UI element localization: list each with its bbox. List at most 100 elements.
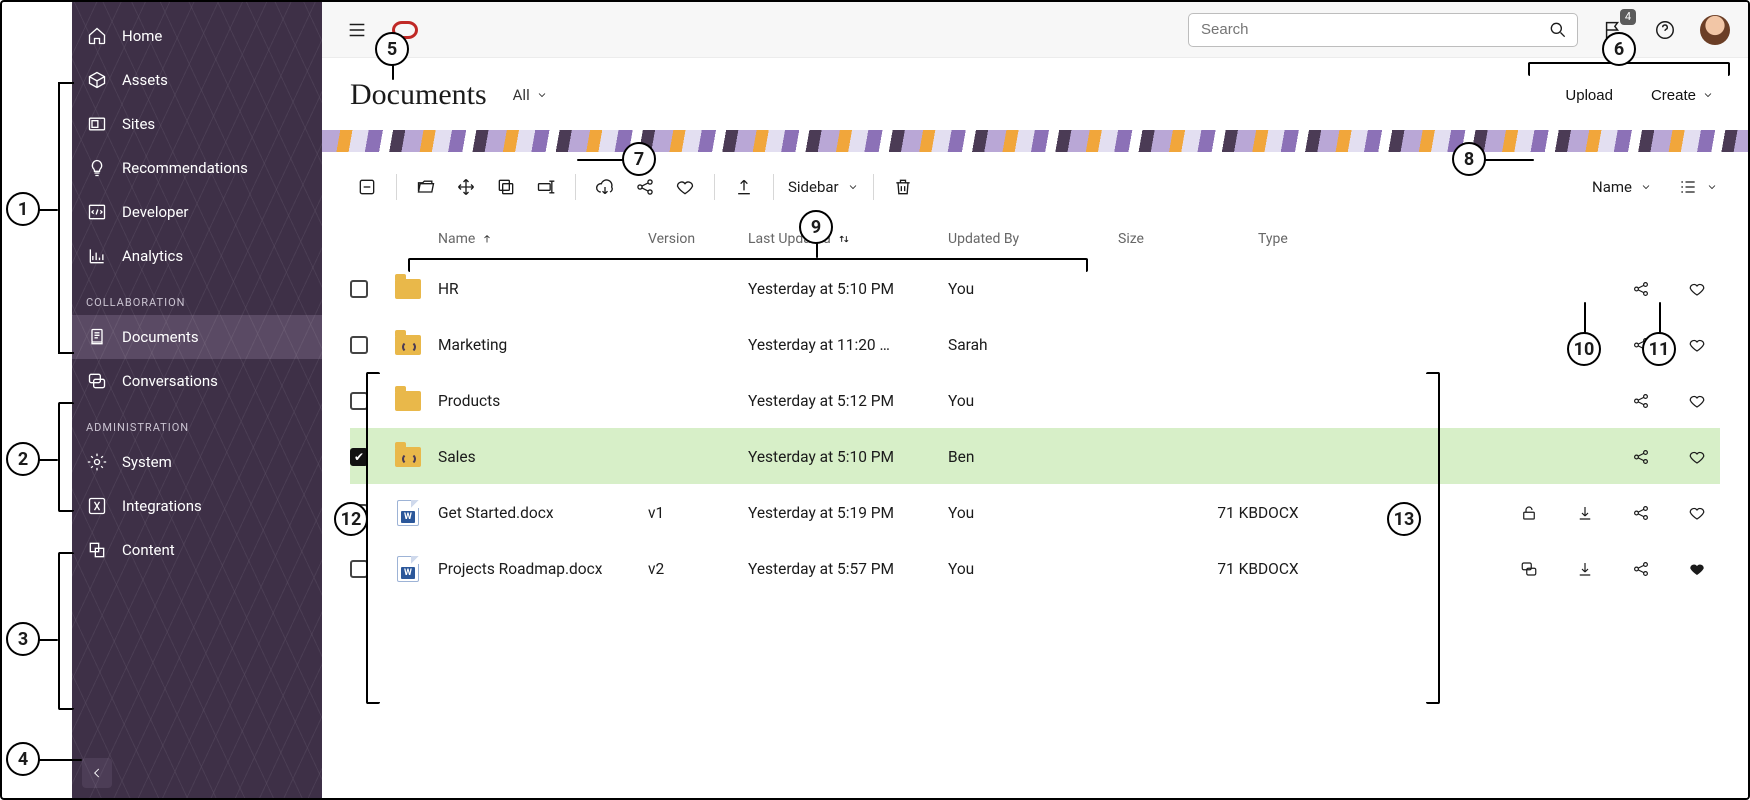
row-actions [1398,496,1720,530]
col-last-updated[interactable]: Last Updated [748,231,948,247]
chevron-down-icon [536,89,548,101]
row-checkbox[interactable] [350,448,368,466]
cell-type: DOCX [1258,504,1398,522]
cell-name: Get Started.docx [438,504,648,522]
chevron-left-icon [90,766,104,780]
upload-action-button[interactable] [727,170,761,204]
select-toggle-button[interactable] [350,170,384,204]
callout-4: 4 [6,742,40,776]
create-button[interactable]: Create [1645,79,1720,112]
download-cloud-button[interactable] [588,170,622,204]
chevron-down-icon [1706,181,1718,193]
sort-menu[interactable]: Name [1590,174,1654,200]
sidebar-dropdown[interactable]: Sidebar [786,174,861,200]
callout-3: 3 [6,622,40,656]
main-region: 4 Documents All Upload Create [322,2,1748,798]
user-avatar[interactable] [1700,15,1730,45]
share-icon[interactable] [1624,496,1658,530]
col-size[interactable]: Size [1118,231,1258,247]
copy-button[interactable] [489,170,523,204]
share-icon[interactable] [1624,552,1658,586]
cell-version: v2 [648,560,748,578]
nav-developer[interactable]: Developer [72,190,322,234]
nav-system[interactable]: System [72,440,322,484]
heart-icon[interactable] [1680,384,1714,418]
delete-button[interactable] [886,170,920,204]
lock-icon[interactable] [1512,496,1546,530]
sort-both-icon [837,232,851,246]
heart-icon [675,177,695,197]
nav-integrations[interactable]: Integrations [72,484,322,528]
download-icon[interactable] [1568,496,1602,530]
table-row[interactable]: MarketingYesterday at 11:20 …Sarah [350,316,1720,372]
callout-10: 10 [1567,332,1601,366]
callout-6: 6 [1602,32,1636,66]
copy-icon [496,177,516,197]
open-button[interactable] [409,170,443,204]
documents-icon [86,327,108,347]
table-row[interactable]: HRYesterday at 5:10 PMYou [350,260,1720,316]
callout-2: 2 [6,442,40,476]
folder-icon [395,279,421,299]
chat-icon[interactable] [1512,552,1546,586]
table-row[interactable]: SalesYesterday at 5:10 PMBen [350,428,1720,484]
cell-size: 71 KB [1118,560,1258,578]
cloud-download-icon [595,177,615,197]
row-checkbox[interactable] [350,560,368,578]
search-icon[interactable] [1548,20,1568,40]
heart-icon[interactable] [1680,328,1714,362]
upload-button[interactable]: Upload [1559,79,1619,112]
integrations-icon [86,496,108,516]
filter-label: All [513,86,530,104]
col-name[interactable]: Name [438,231,648,247]
heart-icon[interactable] [1680,272,1714,306]
title-bar: Documents All Upload Create [322,58,1748,130]
cell-updated-by: You [948,560,1118,578]
nav-home[interactable]: Home [72,14,322,58]
nav-content[interactable]: Content [72,528,322,572]
page-title: Documents [350,78,487,112]
share-icon[interactable] [1624,384,1658,418]
table-row[interactable]: ProductsYesterday at 5:12 PMYou [350,372,1720,428]
nav-documents[interactable]: Documents [72,315,322,359]
app-frame: Home Assets Sites Recommendations Develo… [0,0,1750,800]
cell-last-updated: Yesterday at 5:57 PM [748,560,948,578]
nav-label: Documents [122,328,199,346]
nav-analytics[interactable]: Analytics [72,234,322,278]
hamburger-button[interactable] [340,13,374,47]
nav-conversations[interactable]: Conversations [72,359,322,403]
callout-13: 13 [1387,502,1421,536]
collapse-sidebar-button[interactable] [82,758,112,788]
share-icon[interactable] [1624,440,1658,474]
search-input[interactable] [1188,13,1578,47]
table-row[interactable]: Get Started.docxv1Yesterday at 5:19 PMYo… [350,484,1720,540]
cell-updated-by: You [948,504,1118,522]
cell-last-updated: Yesterday at 5:12 PM [748,392,948,410]
col-updated-by[interactable]: Updated By [948,231,1118,247]
help-button[interactable] [1648,13,1682,47]
cell-last-updated: Yesterday at 5:10 PM [748,448,948,466]
col-type[interactable]: Type [1258,231,1398,247]
table-row[interactable]: Projects Roadmap.docxv2Yesterday at 5:57… [350,540,1720,596]
row-checkbox[interactable] [350,280,368,298]
heart-filled-icon[interactable] [1680,552,1714,586]
share-icon[interactable] [1624,272,1658,306]
developer-icon [86,202,108,222]
nav-assets[interactable]: Assets [72,58,322,102]
download-icon[interactable] [1568,552,1602,586]
heart-icon[interactable] [1680,440,1714,474]
move-button[interactable] [449,170,483,204]
favorite-button[interactable] [668,170,702,204]
row-checkbox[interactable] [350,392,368,410]
rename-button[interactable] [529,170,563,204]
callout-1: 1 [6,192,40,226]
heart-icon[interactable] [1680,496,1714,530]
nav-recommendations[interactable]: Recommendations [72,146,322,190]
filter-all[interactable]: All [513,86,548,104]
row-checkbox[interactable] [350,336,368,354]
chevron-down-icon [1640,181,1652,193]
view-menu[interactable] [1676,173,1720,201]
nav-sites[interactable]: Sites [72,102,322,146]
col-version[interactable]: Version [648,231,748,247]
cell-name: Marketing [438,336,648,354]
